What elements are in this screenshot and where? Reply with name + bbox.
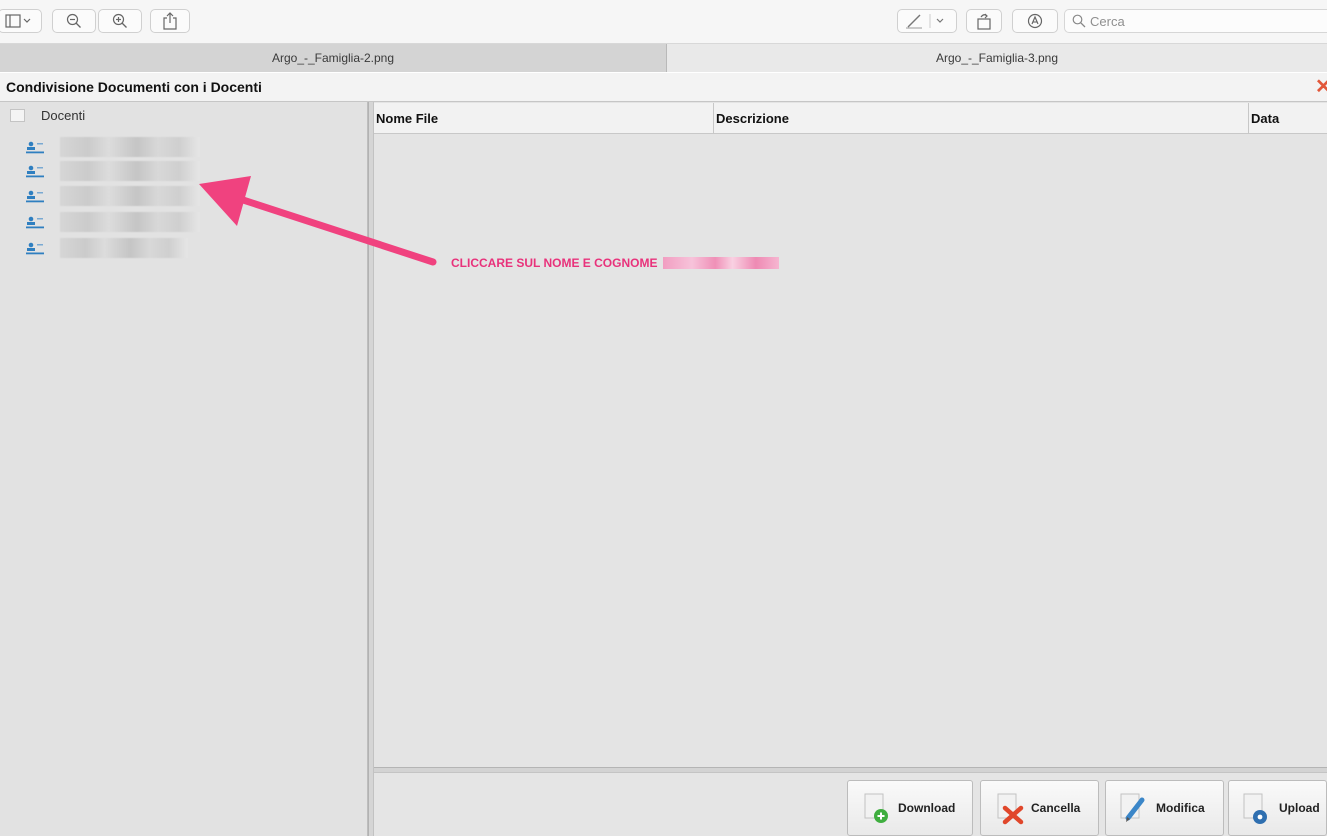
delete-icon xyxy=(997,793,1024,825)
download-icon xyxy=(864,793,888,823)
redacted-name xyxy=(60,238,188,258)
markup-button[interactable] xyxy=(897,9,957,33)
rotate-icon xyxy=(977,13,991,30)
column-descrizione[interactable]: Descrizione xyxy=(713,103,1248,134)
download-label: Download xyxy=(898,801,956,815)
documents-grid xyxy=(374,102,1327,768)
redacted-annotation-name xyxy=(663,257,780,269)
user-card-icon xyxy=(26,165,44,178)
column-data[interactable]: Data xyxy=(1248,103,1327,134)
tree-item-teacher[interactable] xyxy=(26,184,216,208)
window-title: Condivisione Documenti con i Docenti xyxy=(6,79,262,95)
redacted-name xyxy=(60,186,200,206)
tab-label: Argo_-_Famiglia-3.png xyxy=(935,51,1059,65)
tree-item-teacher[interactable] xyxy=(26,135,216,159)
redacted-name xyxy=(60,137,200,157)
cancella-label: Cancella xyxy=(1031,801,1081,815)
window-title-bar: Condivisione Documenti con i Docenti xyxy=(0,73,1327,102)
folder-icon xyxy=(10,109,25,122)
tree-item-teacher[interactable] xyxy=(26,210,216,234)
zoom-out-icon xyxy=(66,13,81,28)
tree-root-docenti[interactable]: Docenti xyxy=(10,108,85,123)
tab-label: Argo_-_Famiglia-2.png xyxy=(271,51,395,65)
column-label: Descrizione xyxy=(716,111,789,126)
search-placeholder: Cerca xyxy=(1090,13,1125,29)
pen-icon xyxy=(906,14,944,29)
annotate-button[interactable] xyxy=(1012,9,1058,33)
column-nome-file[interactable]: Nome File xyxy=(374,103,713,134)
grid-header: Nome File Descrizione Data xyxy=(374,103,1327,134)
zoom-in-icon xyxy=(112,13,127,28)
user-card-icon xyxy=(26,190,44,203)
download-button[interactable]: Download xyxy=(847,780,973,836)
tab-bar: Argo_-_Famiglia-2.png Argo_-_Famiglia-3.… xyxy=(0,44,1327,72)
share-button[interactable] xyxy=(150,9,190,33)
tab-famiglia-3[interactable]: Argo_-_Famiglia-3.png xyxy=(667,44,1327,72)
annotation-text: CLICCARE SUL NOME E COGNOME xyxy=(451,256,658,270)
share-icon xyxy=(163,12,177,30)
tab-famiglia-2[interactable]: Argo_-_Famiglia-2.png xyxy=(0,44,667,72)
cancella-button[interactable]: Cancella xyxy=(980,780,1099,836)
search-input[interactable]: Cerca xyxy=(1064,9,1327,33)
rotate-button[interactable] xyxy=(966,9,1002,33)
user-card-icon xyxy=(26,141,44,154)
column-label: Data xyxy=(1251,111,1280,126)
tree-root-label: Docenti xyxy=(41,108,86,123)
annotation-arrow xyxy=(199,176,437,266)
modifica-button[interactable]: Modifica xyxy=(1105,780,1224,836)
column-label: Nome File xyxy=(376,111,439,126)
tree-item-teacher[interactable] xyxy=(26,159,216,183)
zoom-out-button[interactable] xyxy=(52,9,96,33)
annotate-icon xyxy=(1027,13,1043,29)
sidebar-toggle-button[interactable] xyxy=(0,9,42,33)
sidebar-icon xyxy=(5,14,31,28)
upload-button[interactable]: Upload xyxy=(1228,780,1327,836)
upload-icon xyxy=(1243,793,1267,824)
edit-pencil-icon xyxy=(1120,793,1145,822)
annotation-callout: CLICCARE SUL NOME E COGNOME xyxy=(451,256,780,270)
close-icon: ✕ xyxy=(1315,76,1327,98)
upload-label: Upload xyxy=(1279,801,1320,815)
preview-toolbar: Cerca xyxy=(0,0,1327,44)
tree-item-teacher[interactable] xyxy=(26,236,216,260)
zoom-in-button[interactable] xyxy=(98,9,142,33)
redacted-name xyxy=(60,212,200,232)
redacted-name xyxy=(60,161,200,181)
search-icon xyxy=(1072,14,1086,28)
close-window-button[interactable]: ✕ xyxy=(1315,76,1327,98)
modifica-label: Modifica xyxy=(1156,801,1205,815)
user-card-icon xyxy=(26,216,44,229)
user-card-icon xyxy=(26,242,44,255)
